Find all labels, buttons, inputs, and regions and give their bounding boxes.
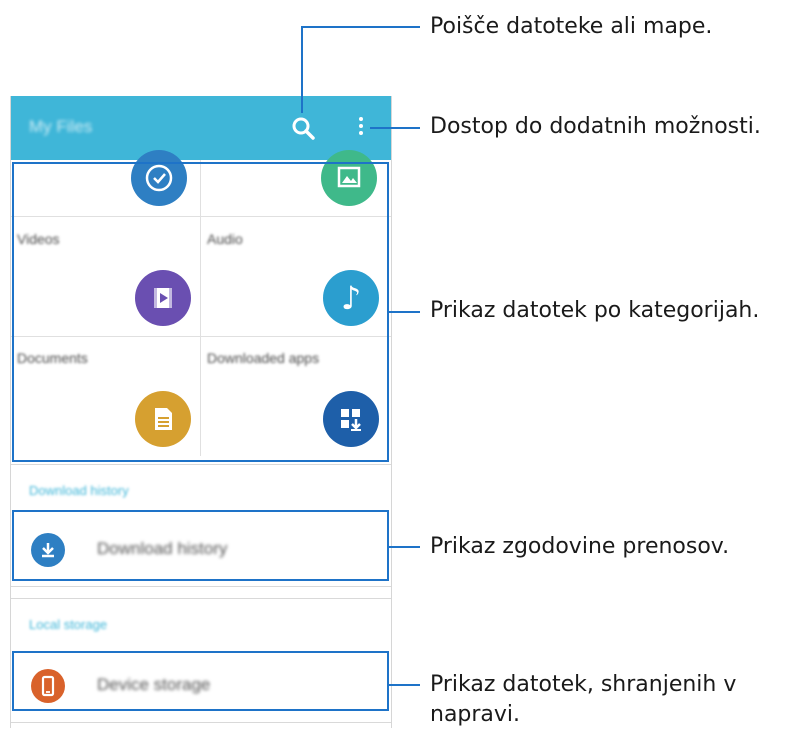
section-divider (11, 586, 391, 587)
download-history-highlight (12, 510, 389, 581)
history-leader (389, 546, 420, 548)
more-callout: Dostop do dodatnih možnosti. (430, 114, 761, 139)
search-button[interactable] (289, 114, 317, 142)
storage-callout: Prikaz datotek, shranjenih v napravi. (430, 672, 737, 727)
search-callout: Poišče datoteke ali mape. (430, 14, 713, 39)
storage-leader (389, 684, 420, 686)
categories-leader (389, 311, 420, 313)
history-callout: Prikaz zgodovine prenosov. (430, 534, 730, 559)
local-storage-header: Local storage (11, 598, 391, 651)
more-options-icon (353, 117, 369, 135)
device-storage-highlight (12, 651, 389, 711)
search-leader (301, 27, 303, 113)
search-leader (301, 26, 420, 28)
app-bar: My Files (11, 96, 391, 160)
categories-callout: Prikaz datotek po kategorijah. (430, 298, 760, 323)
categories-highlight (12, 162, 389, 462)
search-icon (292, 117, 315, 140)
more-leader (370, 127, 420, 129)
app-title: My Files (29, 117, 93, 136)
section-divider (11, 722, 391, 723)
more-options-button[interactable] (353, 114, 369, 142)
